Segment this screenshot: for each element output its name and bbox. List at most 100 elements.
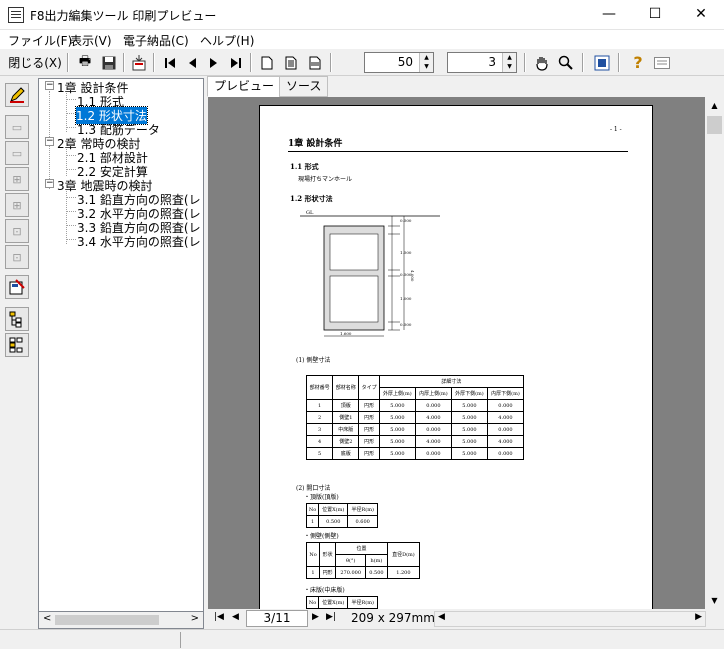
page-fit-icon[interactable]: [280, 52, 302, 73]
table-row: 1 頂版 円形 5.000 0.000 5.000 0.000: [305, 399, 525, 412]
page-width-icon[interactable]: [304, 52, 326, 73]
preview-area: - 1 - 1章 設計条件 1.1 形式 現場打ちマンホール 1.2 形状寸法 …: [208, 97, 705, 609]
opening-3-label: ・床版(中床版): [304, 587, 345, 594]
table-header: 外厚上側(m): [378, 387, 416, 400]
dim-label: 0.500: [400, 218, 412, 223]
table-row: 1 0.500 0.600: [305, 515, 378, 528]
print-icon[interactable]: 🖶: [74, 52, 96, 73]
save-icon[interactable]: [98, 52, 120, 73]
menu-view[interactable]: 表示(V): [70, 32, 112, 49]
tool-disabled-4-icon[interactable]: ⊞: [5, 193, 29, 217]
preview-page: - 1 - 1章 設計条件 1.1 形式 現場打ちマンホール 1.2 形状寸法 …: [259, 105, 653, 609]
close-button[interactable]: 閉じる(X): [6, 52, 64, 73]
view-tabs: プレビュー ソース: [205, 76, 724, 97]
tree-node-3-4[interactable]: 3.4 水平方向の照査(レ: [77, 233, 201, 250]
tree-horizontal-scrollbar[interactable]: < >: [38, 612, 204, 629]
close-window-button[interactable]: ✕: [678, 0, 724, 30]
export-icon[interactable]: [128, 52, 150, 73]
table-row: 5 底版 円形 5.000 0.000 5.000 0.000: [305, 447, 525, 460]
tree-list-icon[interactable]: [5, 333, 29, 357]
hand-tool-icon[interactable]: [531, 52, 553, 73]
insert-tool-icon[interactable]: [5, 275, 29, 299]
zoom-icon[interactable]: [555, 52, 577, 73]
help-icon[interactable]: ?: [627, 52, 649, 73]
first-page-icon[interactable]: [160, 52, 180, 73]
opening-3-table: No 位置X(m) 半径R(m): [305, 596, 378, 609]
tab-source[interactable]: ソース: [279, 76, 329, 97]
app-icon: [8, 7, 24, 23]
opening-2-label: ・側壁(側壁): [304, 533, 339, 540]
page-spinner[interactable]: 3 ▲ ▼: [447, 52, 517, 73]
tree-structure-icon[interactable]: [5, 307, 29, 331]
table-header: 詳細寸法: [378, 375, 525, 388]
tool-disabled-3-icon[interactable]: ⊞: [5, 167, 29, 191]
left-tool-strip: ▭ ▭ ⊞ ⊞ ⊡ ⊡: [0, 78, 33, 632]
table-header: 部材番号: [305, 375, 334, 400]
title-bar: F8出力編集ツール 印刷プレビュー — ☐ ✕: [0, 0, 724, 30]
table-header: 内厚上側(m): [414, 387, 452, 400]
dim-label: 1.600: [340, 331, 352, 336]
preview-vertical-scrollbar[interactable]: ▲ ▼: [705, 97, 724, 609]
settings-icon[interactable]: [591, 52, 613, 73]
status-bar: [0, 629, 724, 649]
window-title: F8出力編集ツール 印刷プレビュー: [30, 9, 217, 23]
menu-help[interactable]: ヘルプ(H): [200, 32, 254, 49]
scroll-thumb[interactable]: [55, 615, 159, 625]
spin-arrows-icon[interactable]: ▲ ▼: [502, 53, 516, 72]
scroll-left-icon[interactable]: ◀: [438, 612, 445, 622]
spin-arrows-icon[interactable]: ▲ ▼: [419, 53, 433, 72]
table-header: 内厚下側(m): [486, 387, 525, 400]
info-icon[interactable]: [651, 52, 673, 73]
tool-disabled-1-icon[interactable]: ▭: [5, 115, 29, 139]
scroll-right-icon[interactable]: >: [191, 613, 199, 624]
scroll-right-icon[interactable]: ▶: [695, 612, 702, 622]
table-header: 部材名称: [332, 375, 360, 400]
scroll-down-icon[interactable]: ▼: [705, 592, 724, 609]
tab-preview[interactable]: プレビュー: [207, 76, 282, 97]
dim-label: 1.500: [400, 250, 412, 255]
dim-label: 0.500: [400, 322, 412, 327]
section-1-1-text: 現場打ちマンホール: [298, 176, 353, 183]
single-page-icon[interactable]: [256, 52, 278, 73]
last-page-icon[interactable]: [226, 52, 246, 73]
tool-disabled-2-icon[interactable]: ▭: [5, 141, 29, 165]
section-1-1: 1.1 形式: [290, 162, 319, 171]
page-indicator[interactable]: 3/11: [246, 610, 308, 627]
table-row: 4 側壁2 円形 5.000 4.000 5.000 4.000: [305, 435, 525, 448]
tool-disabled-6-icon[interactable]: ⊡: [5, 245, 29, 269]
opening-1-label: ・頂版(頂版): [304, 494, 339, 501]
table-row: 2 側壁1 円形 5.000 4.000 5.000 4.000: [305, 411, 525, 424]
scroll-thumb[interactable]: [707, 116, 722, 134]
shape-drawing: GL: [300, 210, 440, 337]
prev-page-icon[interactable]: [182, 52, 202, 73]
horizontal-scrollbar[interactable]: ◀ ▶: [434, 611, 706, 627]
edit-pen-icon[interactable]: [5, 83, 29, 107]
menu-file[interactable]: ファイル(F): [8, 32, 72, 49]
next-page-icon[interactable]: [204, 52, 224, 73]
collapse-icon[interactable]: −: [45, 137, 54, 146]
svg-text:GL: GL: [306, 210, 314, 216]
menu-bar: ファイル(F) 表示(V) 電子納品(C) ヘルプ(H): [0, 30, 724, 49]
page-spin-value: 3: [488, 55, 496, 69]
opening-title: (2) 開口寸法: [296, 485, 331, 492]
last-page-icon[interactable]: ▶|: [326, 612, 336, 622]
page-number: - 1 -: [610, 126, 622, 133]
toolbar: 閉じる(X) 🖶 50 ▲ ▼ 3 ▲ ▼ ?: [0, 49, 724, 76]
next-page-icon[interactable]: ▶: [312, 612, 319, 622]
dim-label: 4.000: [410, 270, 415, 282]
maximize-button[interactable]: ☐: [632, 0, 678, 30]
minimize-button[interactable]: —: [586, 0, 632, 30]
dimension-table: 部材番号 部材名称 タイプ 詳細寸法 外厚上側(m) 内厚上側(m) 外厚下側(m) 内厚下…: [305, 375, 525, 460]
collapse-icon[interactable]: −: [45, 81, 54, 90]
first-page-icon[interactable]: |◀: [214, 612, 224, 622]
tool-disabled-5-icon[interactable]: ⊡: [5, 219, 29, 243]
dim-label: 1.000: [400, 296, 412, 301]
opening-2-table: No 形状 位置 直径D(m) θ(°) h(m) 1 円形 270.000 0.500 1.2…: [305, 542, 421, 579]
scroll-left-icon[interactable]: <: [43, 613, 51, 624]
collapse-icon[interactable]: −: [45, 179, 54, 188]
prev-page-icon[interactable]: ◀: [232, 612, 239, 622]
zoom-spinner[interactable]: 50 ▲ ▼: [364, 52, 434, 73]
scroll-up-icon[interactable]: ▲: [705, 97, 724, 114]
menu-electronic-delivery[interactable]: 電子納品(C): [123, 32, 189, 49]
section-1-2: 1.2 形状寸法: [290, 194, 333, 203]
